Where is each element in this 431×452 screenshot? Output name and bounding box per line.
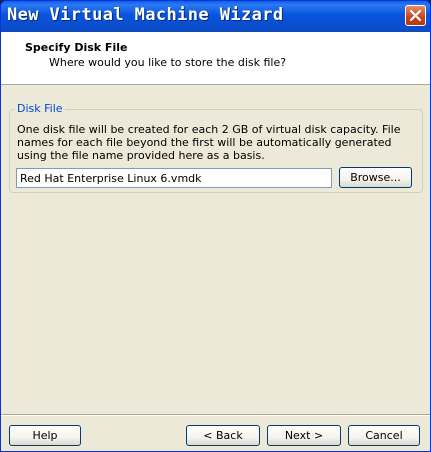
cancel-button[interactable]: Cancel [348, 425, 420, 446]
footer-separator [1, 414, 430, 416]
back-button[interactable]: < Back [186, 425, 260, 446]
disk-file-group: Disk File One disk file will be created … [9, 102, 423, 193]
page-subtitle: Where would you like to store the disk f… [49, 56, 287, 69]
disk-file-legend: Disk File [15, 102, 65, 115]
window-title: New Virtual Machine Wizard [7, 5, 284, 25]
page-title: Specify Disk File [25, 41, 128, 54]
wizard-header: Specify Disk File Where would you like t… [1, 32, 430, 85]
title-bar[interactable]: New Virtual Machine Wizard [1, 1, 430, 32]
close-icon [409, 9, 422, 22]
next-button[interactable]: Next > [267, 425, 341, 446]
help-button[interactable]: Help [9, 425, 81, 446]
wizard-window: New Virtual Machine Wizard Specify Disk … [0, 0, 431, 452]
disk-file-description: One disk file will be created for each 2… [17, 123, 401, 162]
browse-button[interactable]: Browse... [339, 167, 412, 188]
close-button[interactable] [405, 5, 426, 26]
disk-file-name-input[interactable] [16, 168, 332, 188]
